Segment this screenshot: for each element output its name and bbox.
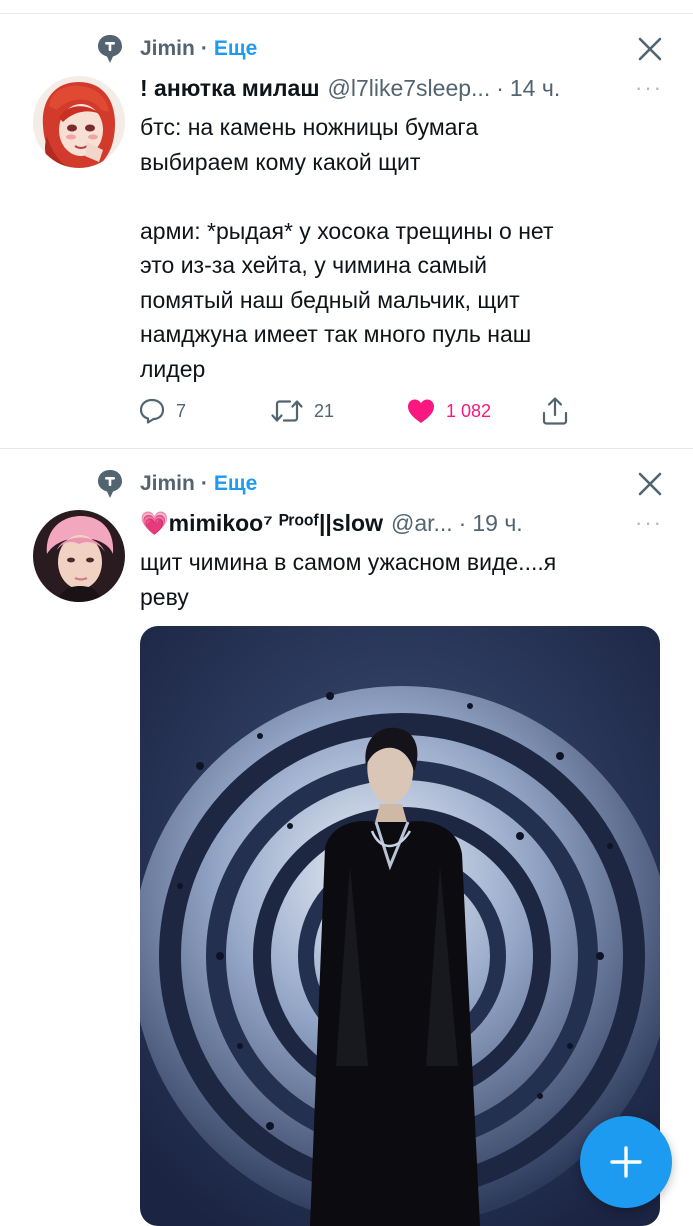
- top-separator: [0, 13, 693, 14]
- close-icon[interactable]: [637, 471, 663, 497]
- context-label[interactable]: Jimin: [140, 472, 195, 496]
- redhead-anime-avatar: [33, 76, 125, 168]
- heart-icon: [408, 399, 434, 423]
- context-separator: ·: [200, 37, 208, 60]
- display-name[interactable]: 💗mimikoo⁷ ᴾʳᵒᵒᶠ||slow: [140, 510, 383, 537]
- tweet-text: бтс: на камень ножницы бумага выбираем к…: [140, 114, 554, 382]
- time-separator: ·: [458, 509, 467, 536]
- timestamp[interactable]: 19 ч.: [472, 510, 522, 537]
- close-icon[interactable]: [637, 36, 663, 62]
- share-icon: [542, 397, 568, 425]
- timestamp[interactable]: 14 ч.: [510, 75, 560, 102]
- display-name[interactable]: ! анютка милаш: [140, 75, 320, 102]
- avatar[interactable]: [33, 76, 125, 168]
- retweet-icon: [271, 400, 303, 422]
- tweet-2-header: 💗mimikoo⁷ ᴾʳᵒᵒᶠ||slow @ar... · 19 ч. ···: [140, 507, 663, 539]
- tweet-text: щит чимина в самом ужасном виде....я рев…: [140, 549, 557, 610]
- tweet-1-context: Jimin · Еще: [96, 34, 257, 64]
- pink-hair-avatar: [33, 510, 125, 602]
- reply-icon: [139, 398, 165, 424]
- time-separator: ·: [496, 74, 504, 101]
- tweet-2-context: Jimin · Еще: [96, 469, 257, 499]
- tweet-photo[interactable]: [140, 626, 660, 1226]
- compose-plus-icon: [610, 1146, 642, 1178]
- like-count: 1 082: [446, 400, 492, 421]
- more-link[interactable]: Еще: [214, 37, 257, 61]
- share-button[interactable]: [540, 394, 580, 428]
- reply-count: 7: [176, 400, 187, 421]
- pin-icon: [98, 35, 122, 63]
- tweet-separator: [0, 448, 693, 449]
- avatar[interactable]: [33, 510, 125, 602]
- handle[interactable]: @l7like7sleep...: [328, 75, 491, 102]
- more-options-icon[interactable]: ···: [635, 510, 663, 536]
- more-options-icon[interactable]: ···: [635, 75, 663, 101]
- context-label[interactable]: Jimin: [140, 37, 195, 61]
- retweet-button[interactable]: 21: [270, 394, 334, 428]
- retweet-count: 21: [314, 400, 335, 421]
- like-button[interactable]: 1 082: [406, 394, 491, 428]
- tweet-actions: 7 21 1 082: [138, 394, 578, 428]
- compose-button[interactable]: [580, 1116, 672, 1208]
- context-separator: ·: [200, 472, 208, 495]
- reply-button[interactable]: 7: [138, 394, 186, 428]
- pin-icon: [98, 470, 122, 498]
- photo-man-in-black-leather-with-shield: [140, 626, 660, 1226]
- tweet-1-header: ! анютка милаш @l7like7sleep... · 14 ч. …: [140, 72, 663, 104]
- more-link[interactable]: Еще: [214, 472, 257, 496]
- handle[interactable]: @ar...: [391, 510, 453, 537]
